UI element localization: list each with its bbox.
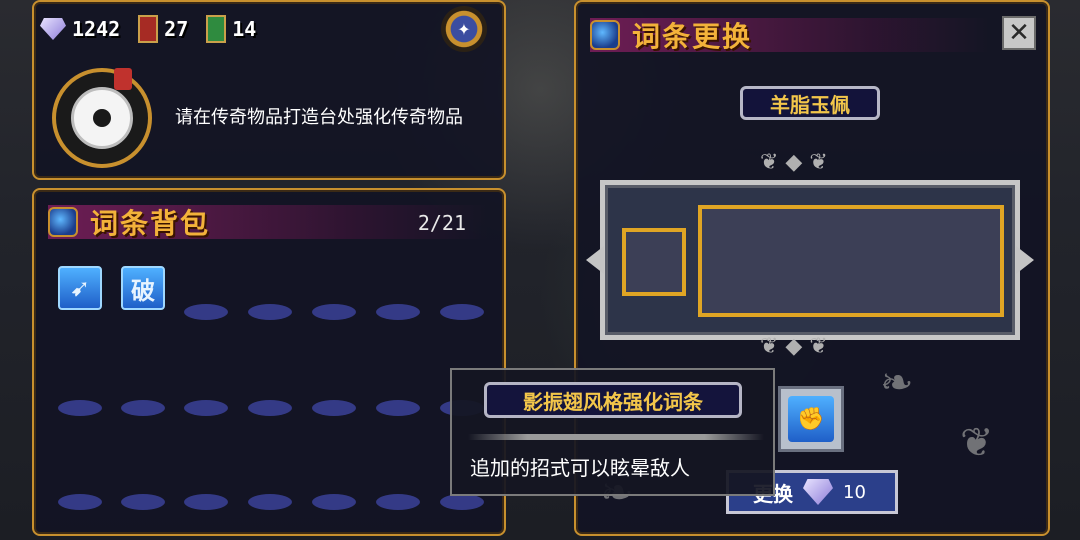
gem-count: 1242 — [72, 17, 121, 41]
break-skill-icon: 破 — [131, 276, 155, 305]
red-card-icon — [138, 15, 159, 43]
affix-skill-dash[interactable]: ➹ — [58, 266, 102, 310]
close-icon: ✕ — [1008, 18, 1030, 48]
empty-slot[interactable] — [440, 304, 484, 320]
tooltip-divider — [468, 434, 764, 440]
empty-slot[interactable] — [312, 400, 356, 416]
empty-slot[interactable] — [376, 494, 420, 510]
item-name: 羊脂玉佩 — [770, 92, 850, 117]
empty-slot[interactable] — [248, 304, 292, 320]
close-button[interactable]: ✕ — [1002, 16, 1036, 50]
diamond-icon — [40, 18, 66, 40]
replace-header: 词条更换 — [590, 18, 990, 53]
vine-decoration: ❧ — [880, 360, 914, 406]
fist-skill-icon: ✊ — [788, 396, 834, 442]
empty-slot[interactable] — [58, 400, 102, 416]
change-cost: 10 — [843, 481, 866, 503]
empty-slot[interactable] — [58, 494, 102, 510]
fist-icon: ✊ — [797, 406, 825, 432]
empty-slot[interactable] — [184, 304, 228, 320]
blue-orb-icon — [590, 20, 620, 50]
inventory-count: 2/21 — [417, 211, 466, 235]
item-name-plate: 羊脂玉佩 — [740, 86, 880, 120]
vine-decoration: ❦ — [960, 420, 994, 466]
empty-slot[interactable] — [376, 304, 420, 320]
empty-slot[interactable] — [184, 400, 228, 416]
tassel-icon — [114, 68, 132, 90]
green-card-count: 14 — [232, 17, 257, 41]
dash-skill-icon: ➹ — [69, 274, 91, 302]
empty-slot[interactable] — [121, 494, 165, 510]
empty-slot[interactable] — [376, 400, 420, 416]
currency-bar: 1242 27 14 — [40, 12, 256, 46]
red-card-count: 27 — [164, 17, 189, 41]
gem-currency: 1242 — [40, 17, 120, 41]
item-icon — [52, 68, 152, 168]
empty-slot[interactable] — [312, 304, 356, 320]
tooltip-affix-name: 影振翅风格强化词条 — [484, 382, 742, 418]
affix-skill-break[interactable]: 破 — [121, 266, 165, 310]
empty-slot[interactable] — [312, 494, 356, 510]
compass-icon: ✦ — [457, 19, 471, 39]
blue-orb-icon — [48, 207, 78, 237]
empty-slot[interactable] — [440, 494, 484, 510]
upgrade-hint: 请在传奇物品打造台处强化传奇物品 — [175, 107, 463, 128]
inventory-title: 词条背包 — [90, 207, 211, 240]
red-card-currency: 27 — [138, 15, 188, 43]
replace-title: 词条更换 — [632, 20, 753, 53]
tooltip-description: 追加的招式可以眩晕敌人 — [470, 456, 690, 480]
inventory-header: 词条背包 2/21 — [48, 205, 488, 240]
empty-slot[interactable] — [248, 400, 292, 416]
empty-slot[interactable] — [248, 494, 292, 510]
empty-slot[interactable] — [184, 494, 228, 510]
bottom-ornament: ❦ ◆ ❦ — [760, 334, 828, 359]
arrow-left-icon — [586, 246, 604, 274]
diamond-icon — [803, 479, 833, 505]
affix-icon-slot[interactable] — [622, 228, 686, 296]
tooltip-name-text: 影振翅风格强化词条 — [523, 389, 703, 414]
affix-preview-button[interactable]: ✊ — [778, 386, 844, 452]
green-card-currency: 14 — [206, 15, 256, 43]
empty-slot[interactable] — [121, 400, 165, 416]
green-card-icon — [206, 15, 227, 43]
arrow-right-icon — [1016, 246, 1034, 274]
top-ornament: ❦ ◆ ❦ — [760, 150, 828, 175]
jade-pendant-icon — [71, 87, 133, 149]
affix-description-slot[interactable] — [698, 205, 1004, 317]
compass-button[interactable]: ✦ — [441, 6, 487, 52]
